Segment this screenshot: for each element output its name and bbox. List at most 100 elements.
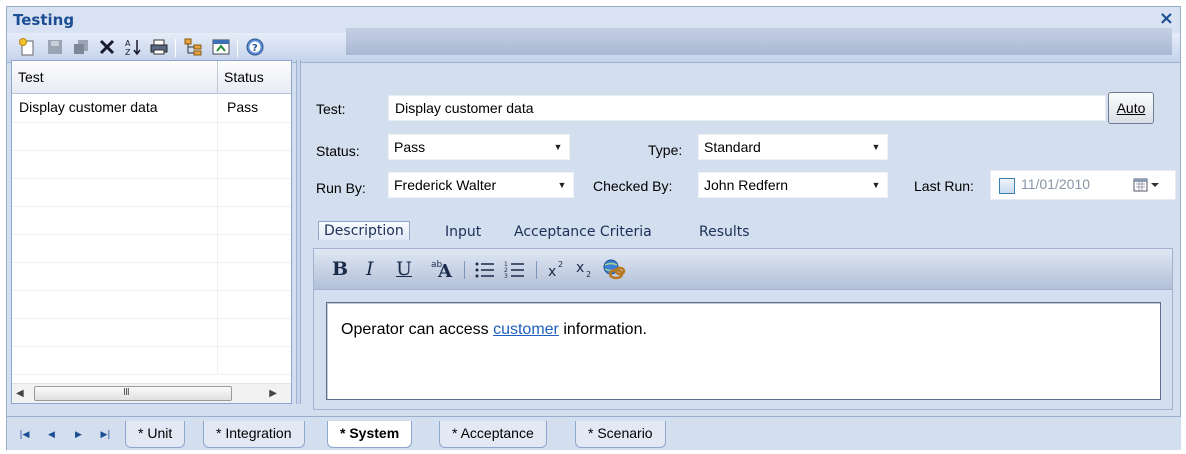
cell-test (12, 123, 218, 151)
test-label: Test: (316, 101, 346, 117)
svg-text:?: ? (252, 43, 258, 54)
table-row[interactable]: Display customer data Pass (12, 95, 291, 123)
first-tab-icon[interactable]: |◀ (11, 424, 38, 446)
tab-scenario[interactable]: * Scenario (575, 421, 666, 448)
hierarchy-icon[interactable] (183, 37, 203, 57)
bullet-list-icon[interactable] (474, 260, 496, 284)
bold-button[interactable]: B (332, 258, 348, 280)
type-select[interactable]: Standard ▼ (698, 134, 888, 160)
copy-icon[interactable] (71, 37, 91, 57)
cell-status (218, 207, 291, 235)
import-icon[interactable] (211, 37, 231, 57)
cell-status (218, 263, 291, 291)
run-by-select[interactable]: Frederick Walter ▼ (388, 172, 574, 198)
chevron-down-icon: ▼ (553, 142, 563, 152)
svg-text:x: x (548, 264, 556, 280)
table-row[interactable] (12, 319, 291, 347)
tab-unit[interactable]: * Unit (125, 421, 186, 448)
table-row[interactable] (12, 151, 291, 179)
rich-text-toolbar: B I U Aab 123 x2 x2 (313, 248, 1173, 290)
cell-test (12, 347, 218, 375)
font-color-icon[interactable]: Aab (430, 257, 456, 285)
table-row[interactable] (12, 235, 291, 263)
table-row[interactable] (12, 207, 291, 235)
status-select[interactable]: Pass ▼ (388, 134, 570, 160)
cell-status (218, 123, 291, 151)
help-icon[interactable]: ? (245, 37, 265, 57)
table-row[interactable] (12, 291, 291, 319)
column-header-status[interactable]: Status (218, 61, 291, 94)
underline-button[interactable]: U (396, 258, 412, 280)
test-name-input[interactable]: Display customer data (388, 95, 1106, 121)
auto-button[interactable]: Auto (1108, 92, 1154, 124)
svg-text:3: 3 (504, 273, 508, 280)
status-label: Status: (316, 143, 360, 159)
cell-test (12, 151, 218, 179)
toolbar-separator (175, 39, 176, 57)
window-title: Testing (13, 11, 75, 29)
cell-status (218, 291, 291, 319)
numbered-list-icon[interactable]: 123 (504, 260, 526, 284)
new-test-icon[interactable] (17, 37, 37, 57)
tab-results[interactable]: Results (699, 224, 750, 240)
tab-system[interactable]: * System (327, 421, 413, 448)
type-label: Type: (648, 142, 683, 158)
cell-status (218, 235, 291, 263)
cell-test (12, 179, 218, 207)
calendar-icon[interactable] (1133, 177, 1163, 197)
table-row[interactable] (12, 179, 291, 207)
scroll-thumb[interactable]: III (34, 386, 232, 401)
table-row[interactable] (12, 123, 291, 151)
cell-test (12, 263, 218, 291)
toolbar-separator (237, 39, 238, 57)
scroll-grip: III (123, 387, 130, 398)
description-text-before: Operator can access (341, 321, 494, 338)
last-run-date-picker[interactable]: 11/01/2010 (990, 170, 1176, 200)
svg-text:A: A (125, 39, 131, 48)
table-row[interactable] (12, 347, 291, 375)
grid-header: Test Status (12, 61, 291, 94)
superscript-icon[interactable]: x2 (546, 258, 568, 284)
print-icon[interactable] (149, 37, 169, 57)
insert-link-icon[interactable] (602, 257, 626, 285)
tab-input[interactable]: Input (445, 224, 481, 240)
column-header-test[interactable]: Test (12, 61, 218, 94)
svg-text:x: x (576, 260, 584, 276)
panel-splitter[interactable] (296, 60, 301, 404)
last-run-date-value: 11/01/2010 (1021, 176, 1091, 192)
cell-test: Display customer data (12, 95, 218, 123)
tab-integration[interactable]: * Integration (203, 421, 305, 448)
close-icon[interactable]: × (1159, 8, 1174, 29)
italic-button[interactable]: I (366, 258, 374, 280)
checked-by-select-value: John Redfern (704, 177, 789, 193)
previous-tab-icon[interactable]: ◀ (38, 424, 65, 446)
tab-acceptance-criteria[interactable]: Acceptance Criteria (514, 224, 652, 240)
cell-test (12, 319, 218, 347)
scroll-left-icon[interactable]: ◀ (16, 388, 24, 399)
checked-by-select[interactable]: John Redfern ▼ (698, 172, 888, 198)
svg-text:ab: ab (431, 260, 443, 270)
last-tab-icon[interactable]: ▶| (92, 424, 119, 446)
chevron-down-icon: ▼ (871, 142, 881, 152)
subscript-icon[interactable]: x2 (574, 258, 596, 284)
tab-description[interactable]: Description (318, 221, 410, 240)
scroll-right-icon[interactable]: ▶ (269, 388, 277, 399)
last-run-checkbox[interactable] (999, 178, 1015, 194)
svg-text:2: 2 (586, 270, 591, 279)
cell-status (218, 179, 291, 207)
tab-acceptance[interactable]: * Acceptance (439, 421, 547, 448)
customer-link[interactable]: customer (493, 321, 559, 338)
horizontal-scrollbar[interactable]: ◀ III ▶ (12, 383, 291, 403)
svg-text:Z: Z (125, 48, 131, 56)
cell-status (218, 347, 291, 375)
save-icon[interactable] (45, 37, 65, 57)
description-editor[interactable]: Operator can access customer information… (326, 302, 1161, 400)
sort-icon[interactable]: AZ (123, 37, 143, 57)
cell-status (218, 151, 291, 179)
next-tab-icon[interactable]: ▶ (65, 424, 92, 446)
delete-icon[interactable] (97, 37, 117, 57)
run-by-select-value: Frederick Walter (394, 177, 497, 193)
test-grid: Test Status Display customer data Pass ◀… (11, 60, 292, 404)
type-select-value: Standard (704, 139, 761, 155)
table-row[interactable] (12, 263, 291, 291)
